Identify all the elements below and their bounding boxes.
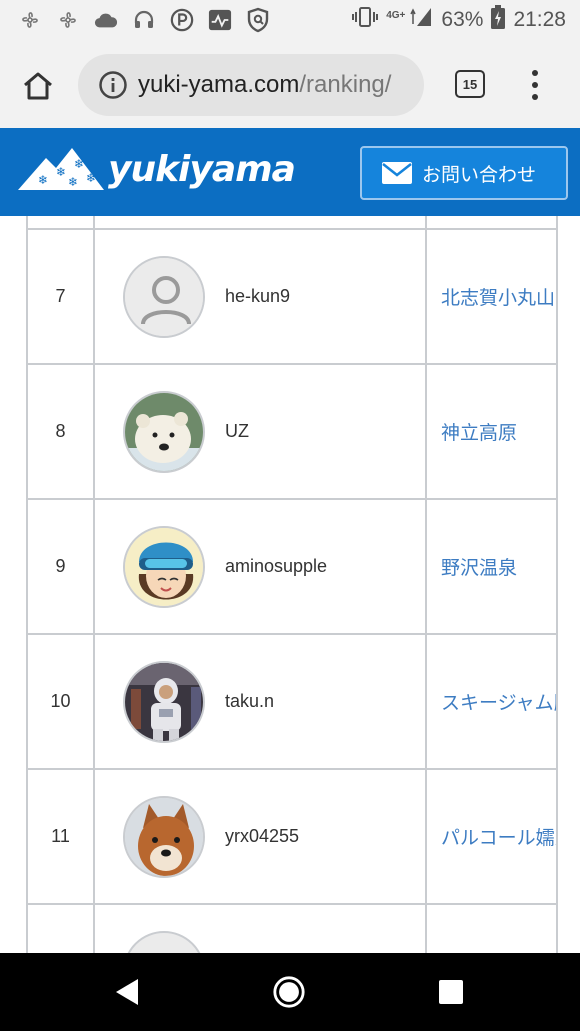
table-row: 11 yrx04255 パルコール嬬恋 <box>26 768 558 905</box>
rank-number: 8 <box>26 363 95 500</box>
table-cell <box>425 903 558 953</box>
svg-text:❄: ❄ <box>68 175 78 189</box>
home-nav-button[interactable] <box>272 975 306 1009</box>
svg-text:❄: ❄ <box>86 171 96 185</box>
logo-text: yukiyama <box>108 148 296 190</box>
menu-dot <box>532 70 538 76</box>
table-row: 7 he-kun9 北志賀小丸山 <box>26 228 558 365</box>
ranking-table: 7 he-kun9 北志賀小丸山 8 UZ 神立高原 9 aminosupple… <box>26 216 558 953</box>
user-cell[interactable]: he-kun9 <box>93 228 427 365</box>
shiba-dog-icon <box>125 797 203 876</box>
network-type: 4G+ <box>386 9 406 21</box>
shield-icon <box>246 7 270 33</box>
area-link[interactable]: スキージャム勝山 <box>425 633 558 770</box>
menu-dot <box>532 82 538 88</box>
polar-bear-icon <box>125 392 203 471</box>
menu-dot <box>532 94 538 100</box>
table-row: 9 aminosupple 野沢温泉 <box>26 498 558 635</box>
table-cell <box>26 903 95 953</box>
overflow-menu-button[interactable] <box>520 68 550 102</box>
ranking-content: 7 he-kun9 北志賀小丸山 8 UZ 神立高原 9 aminosupple… <box>0 216 580 953</box>
site-logo[interactable]: ❄ ❄ ❄ ❄ ❄ yukiyama <box>16 146 296 192</box>
activity-icon <box>208 8 232 32</box>
avatar[interactable] <box>123 525 205 608</box>
headset-icon <box>132 8 156 32</box>
url-host: yuki-yama.com <box>138 71 300 98</box>
username[interactable]: UZ <box>225 421 249 442</box>
area-link[interactable]: 野沢温泉 <box>425 498 558 635</box>
back-button[interactable] <box>110 975 144 1009</box>
table-row: 10 taku.n スキージャム勝山 <box>26 633 558 770</box>
address-bar[interactable]: yuki-yama.com/ranking/ <box>78 54 424 116</box>
tab-switcher-button[interactable]: 15 <box>455 70 485 98</box>
contact-button[interactable]: お問い合わせ <box>360 146 568 200</box>
table-row <box>26 903 558 953</box>
home-icon <box>24 72 52 100</box>
table-row: 8 UZ 神立高原 <box>26 363 558 500</box>
signal-icon <box>409 6 433 34</box>
home-circle-icon <box>273 976 305 1008</box>
cloud-icon <box>94 8 118 32</box>
area-link[interactable]: 神立高原 <box>425 363 558 500</box>
rank-number: 9 <box>26 498 95 635</box>
url-path: /ranking/ <box>299 71 392 98</box>
username[interactable]: aminosupple <box>225 556 327 577</box>
mail-icon <box>382 162 412 184</box>
svg-text:❄: ❄ <box>38 173 48 187</box>
home-button[interactable] <box>18 66 58 106</box>
svg-text:❄: ❄ <box>74 157 84 171</box>
battery-percent: 63% <box>441 8 484 31</box>
avatar[interactable] <box>123 390 205 473</box>
status-bar: 4G+ 63% 21:28 <box>0 0 580 40</box>
avatar[interactable] <box>123 931 205 953</box>
default-avatar-icon <box>125 257 203 336</box>
avatar[interactable] <box>123 795 205 878</box>
battery-icon <box>491 5 506 35</box>
area-link[interactable]: パルコール嬬恋 <box>425 768 558 905</box>
username[interactable]: he-kun9 <box>225 286 290 307</box>
user-cell[interactable]: UZ <box>93 363 427 500</box>
recents-button[interactable] <box>434 975 468 1009</box>
table-cell <box>26 216 95 230</box>
android-nav-bar <box>0 953 580 1031</box>
table-cell <box>93 216 427 230</box>
svg-text:❄: ❄ <box>56 165 66 179</box>
back-icon <box>116 979 138 1005</box>
table-cell <box>425 216 558 230</box>
table-row <box>26 216 558 230</box>
vibrate-icon <box>352 6 379 34</box>
parking-icon <box>170 8 194 32</box>
username[interactable]: yrx04255 <box>225 826 299 847</box>
rank-number: 10 <box>26 633 95 770</box>
skier-girl-icon <box>125 527 203 606</box>
user-cell[interactable]: aminosupple <box>93 498 427 635</box>
clock: 21:28 <box>513 8 566 31</box>
user-cell[interactable]: taku.n <box>93 633 427 770</box>
rank-number: 7 <box>26 228 95 365</box>
rank-number: 11 <box>26 768 95 905</box>
browser-toolbar: yuki-yama.com/ranking/ 15 <box>0 40 580 128</box>
astronaut-icon <box>125 662 203 741</box>
area-link[interactable]: 北志賀小丸山 <box>425 228 558 365</box>
site-header: ❄ ❄ ❄ ❄ ❄ yukiyama お問い合わせ <box>0 128 580 216</box>
avatar[interactable] <box>123 660 205 743</box>
user-cell[interactable]: yrx04255 <box>93 768 427 905</box>
fan-icon <box>56 8 80 32</box>
contact-label: お問い合わせ <box>422 164 537 186</box>
fan-icon <box>18 8 42 32</box>
user-cell <box>93 903 427 953</box>
recents-icon <box>439 980 463 1004</box>
mountain-logo-icon: ❄❄❄❄❄ <box>18 148 104 190</box>
url-text[interactable]: yuki-yama.com/ranking/ <box>138 71 391 99</box>
info-icon[interactable] <box>98 70 128 100</box>
username[interactable]: taku.n <box>225 691 274 712</box>
avatar[interactable] <box>123 255 205 338</box>
